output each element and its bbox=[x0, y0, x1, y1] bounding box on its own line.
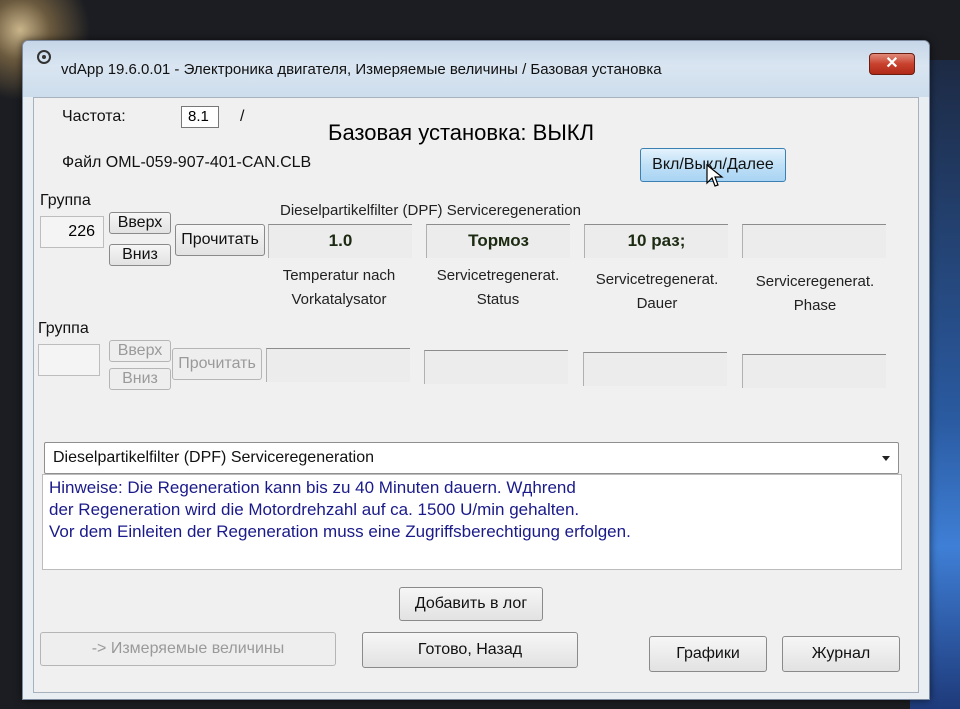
field1-caption-line2: Vorkatalysator bbox=[291, 291, 387, 308]
basic-setting-status: Базовая установка: ВЫКЛ bbox=[328, 120, 595, 145]
field1-caption-line1: Temperatur nach bbox=[282, 267, 396, 284]
measured-values-button[interactable]: -> Измеряемые величины bbox=[40, 632, 336, 666]
hint-line-2: der Regeneration wird die Motordrehzahl … bbox=[49, 500, 580, 519]
field3-caption-line1: Servicetregenerat. bbox=[595, 271, 719, 288]
field2-caption-line1: Servicetregenerat. bbox=[436, 267, 560, 284]
field2-caption: Servicetregenerat. Status bbox=[423, 264, 573, 312]
group1-label: Группа bbox=[40, 192, 91, 209]
title-bar[interactable]: vdApp 19.6.0.01 - Электроника двигателя,… bbox=[23, 41, 929, 97]
frequency-label: Частота: bbox=[62, 108, 126, 125]
group2-field1-value bbox=[266, 348, 410, 382]
field4-caption: Serviceregenerat. Phase bbox=[740, 270, 890, 318]
field3-caption-line2: Dauer bbox=[636, 295, 678, 312]
group1-number-field[interactable]: 226 bbox=[40, 216, 104, 248]
group2-up-button[interactable]: Вверх bbox=[109, 340, 171, 362]
done-back-button[interactable]: Готово, Назад bbox=[362, 632, 578, 668]
journal-button[interactable]: Журнал bbox=[782, 636, 900, 672]
group2-read-button[interactable]: Прочитать bbox=[172, 348, 262, 380]
graphs-button[interactable]: Графики bbox=[649, 636, 767, 672]
app-icon bbox=[37, 50, 51, 64]
hint-line-1: Hinweise: Die Regeneration kann bis zu 4… bbox=[49, 478, 576, 497]
group2-field2-value bbox=[424, 350, 568, 384]
group2-field4-value bbox=[742, 354, 886, 388]
field1-value: 1.0 bbox=[268, 224, 412, 258]
hints-textbox[interactable]: Hinweise: Die Regeneration kann bis zu 4… bbox=[42, 474, 902, 570]
group2-number-field[interactable] bbox=[38, 344, 100, 376]
app-window: vdApp 19.6.0.01 - Электроника двигателя,… bbox=[22, 40, 930, 700]
measurement-group-select[interactable]: Dieselpartikelfilter (DPF) Serviceregene… bbox=[44, 442, 899, 474]
field4-caption-line2: Phase bbox=[793, 297, 837, 314]
selected-group-text: Dieselpartikelfilter (DPF) Serviceregene… bbox=[53, 449, 375, 466]
field4-value bbox=[742, 224, 886, 258]
group2-down-button[interactable]: Вниз bbox=[109, 368, 171, 390]
chevron-down-icon[interactable] bbox=[882, 456, 890, 461]
group2-field3-value bbox=[583, 352, 727, 386]
group1-title: Dieselpartikelfilter (DPF) Serviceregene… bbox=[280, 202, 581, 219]
mouse-cursor-icon bbox=[706, 164, 724, 187]
frequency-unit: / bbox=[240, 108, 245, 125]
field1-caption: Temperatur nach Vorkatalysator bbox=[264, 264, 414, 312]
hint-line-3: Vor dem Einleiten der Regeneration muss … bbox=[49, 522, 631, 541]
add-to-log-button[interactable]: Добавить в лог bbox=[399, 587, 543, 621]
client-area: Частота: 8.1 / Базовая установка: ВЫКЛ Ф… bbox=[33, 97, 919, 693]
group1-up-button[interactable]: Вверх bbox=[109, 212, 171, 234]
group2-label: Группа bbox=[38, 320, 89, 337]
group1-read-button[interactable]: Прочитать bbox=[175, 224, 265, 256]
file-label: Файл OML-059-907-401-CAN.CLB bbox=[62, 154, 312, 171]
close-button[interactable]: ✕ bbox=[869, 53, 915, 75]
field2-caption-line2: Status bbox=[476, 291, 520, 308]
frequency-value: 8.1 bbox=[181, 106, 219, 128]
group1-down-button[interactable]: Вниз bbox=[109, 244, 171, 266]
window-title: vdApp 19.6.0.01 - Электроника двигателя,… bbox=[61, 61, 662, 78]
field2-value: Тормоз bbox=[426, 224, 570, 258]
field3-value: 10 раз; bbox=[584, 224, 728, 258]
field3-caption: Servicetregenerat. Dauer bbox=[582, 268, 732, 316]
field4-caption-line1: Serviceregenerat. bbox=[755, 273, 875, 290]
